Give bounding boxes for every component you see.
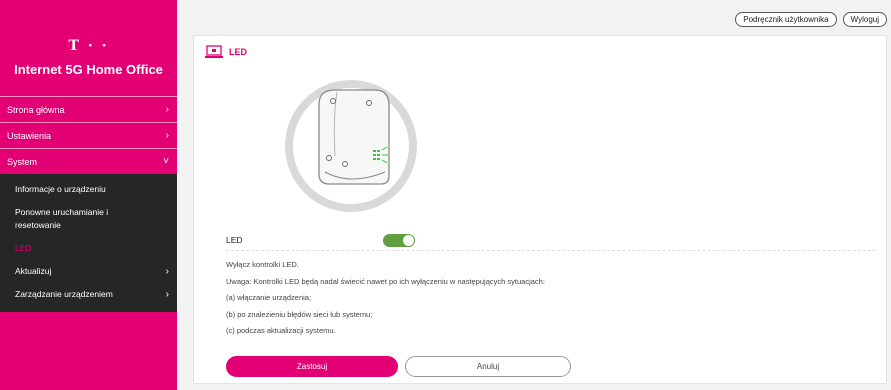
description-line: Uwaga: Kontrolki LED będą nadal świecić …	[226, 276, 545, 286]
user-manual-button[interactable]: Podręcznik użytkownika	[735, 12, 837, 27]
sidebar-item-label: System	[7, 156, 38, 167]
apply-button[interactable]: Zastosuj	[226, 356, 398, 377]
system-submenu: Informacje o urządzeniu Ponowne uruchami…	[0, 174, 177, 312]
sidebar-item-label: LED	[15, 243, 32, 253]
led-toggle[interactable]	[383, 233, 415, 247]
chevron-right-icon: ›	[165, 266, 169, 277]
sidebar-item-settings[interactable]: Ustawienia ›	[0, 122, 177, 148]
description-line: (c) podczas aktualizacji systemu.	[226, 326, 336, 335]
card-header: LED	[204, 45, 247, 59]
router-illustration	[285, 80, 417, 212]
description-line: (b) po znalezieniu błędów sieci lub syst…	[226, 309, 373, 319]
sidebar-item-label: Strona główna	[7, 104, 65, 115]
sidebar-item-label: Ustawienia	[7, 130, 52, 141]
sidebar-item-led[interactable]: LED	[0, 237, 177, 260]
led-setting-row: LED	[226, 232, 876, 248]
sidebar-item-label: Ponowne uruchamianie i resetowanie	[15, 207, 109, 230]
chevron-right-icon: ›	[165, 130, 169, 141]
monitor-icon	[205, 45, 223, 58]
sidebar-item-label: Informacje o urządzeniu	[15, 184, 106, 194]
chevron-right-icon: ›	[165, 289, 169, 300]
divider	[226, 250, 876, 251]
cancel-button[interactable]: Anuluj	[405, 356, 571, 377]
description-line: (a) włączanie urządzenia;	[226, 293, 312, 302]
telekom-logo-icon: T · ·	[68, 38, 109, 54]
chevron-down-icon: ˅	[163, 156, 169, 167]
led-description: Wyłącz kontrolki LED. Uwaga: Kontrolki L…	[226, 257, 876, 340]
logo: T · · Internet 5G Home Office	[0, 38, 177, 77]
sidebar-nav: Strona główna › Ustawienia › System ˅ In…	[0, 96, 177, 312]
product-name: Internet 5G Home Office	[14, 62, 163, 77]
led-card: LED LED Wyłącz kontrolki LED. Uwaga: Kon…	[193, 35, 887, 384]
sidebar-item-label: Zarządzanie urządzeniem	[15, 289, 113, 299]
sidebar-item-restart-reset[interactable]: Ponowne uruchamianie i resetowanie	[0, 201, 177, 237]
sidebar-item-label: Aktualizuj	[15, 266, 52, 276]
page-title: LED	[229, 47, 247, 57]
top-bar: Podręcznik użytkownika Wyloguj	[735, 12, 887, 27]
sidebar-item-update[interactable]: Aktualizuj ›	[0, 260, 177, 283]
sidebar-item-home[interactable]: Strona główna ›	[0, 96, 177, 122]
toggle-knob	[403, 234, 414, 246]
led-setting-label: LED	[226, 235, 243, 245]
description-line: Wyłącz kontrolki LED.	[226, 260, 299, 269]
logout-button[interactable]: Wyloguj	[842, 12, 887, 27]
sidebar-item-device-info[interactable]: Informacje o urządzeniu	[0, 178, 177, 201]
sidebar-item-system[interactable]: System ˅	[0, 148, 177, 174]
sidebar: T · · Internet 5G Home Office Strona głó…	[0, 0, 177, 390]
sidebar-item-device-management[interactable]: Zarządzanie urządzeniem ›	[0, 283, 177, 306]
chevron-right-icon: ›	[165, 104, 169, 115]
